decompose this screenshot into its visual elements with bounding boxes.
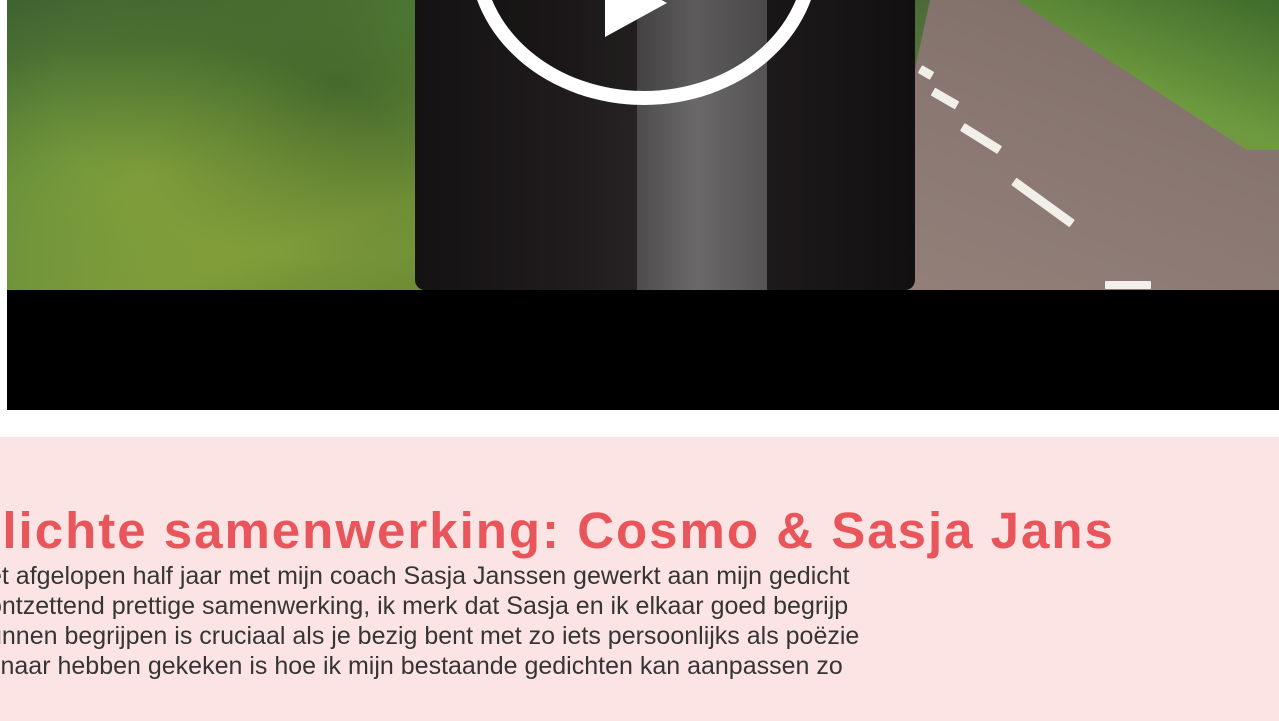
video-player[interactable] — [7, 0, 1279, 410]
article-section: elichte samenwerking: Cosmo & Sasja Jans… — [0, 437, 1279, 721]
video-letterbox-bar — [7, 290, 1279, 410]
play-icon — [605, 0, 667, 37]
article-title: elichte samenwerking: Cosmo & Sasja Jans — [0, 502, 1115, 559]
article-line: unnen begrijpen is cruciaal als je bezig… — [0, 622, 860, 650]
page: elichte samenwerking: Cosmo & Sasja Jans… — [0, 0, 1279, 721]
article-line: l naar hebben gekeken is hoe ik mijn bes… — [0, 652, 843, 680]
article-line: et afgelopen half jaar met mijn coach Sa… — [0, 562, 850, 590]
article-body: et afgelopen half jaar met mijn coach Sa… — [0, 561, 859, 681]
grass-field-left — [7, 0, 477, 290]
article-line: ontzettend prettige samenwerking, ik mer… — [0, 592, 849, 620]
lane-marking — [1105, 281, 1151, 289]
